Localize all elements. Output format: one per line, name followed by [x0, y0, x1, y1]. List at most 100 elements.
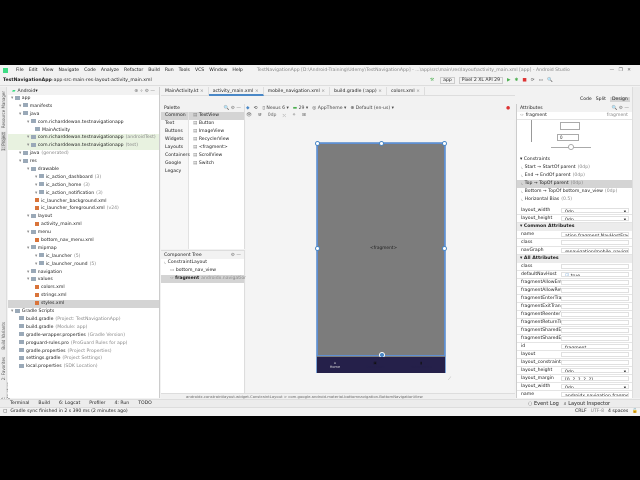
split-mode-button[interactable]: Split: [596, 97, 606, 102]
menu-run[interactable]: Run: [165, 68, 174, 73]
bottom-tool-tab[interactable]: TODO: [138, 401, 152, 406]
breadcrumb-item[interactable]: src: [64, 78, 71, 83]
project-tree-item[interactable]: ▾ res: [8, 158, 159, 166]
close-tab-icon[interactable]: ×: [377, 89, 382, 94]
constraint-handle-start[interactable]: [315, 246, 320, 251]
project-tree-item[interactable]: ▾ app: [8, 95, 159, 103]
palette-item[interactable]: ▤ Switch: [189, 160, 244, 168]
avd-manager-icon[interactable]: ▭: [539, 78, 543, 83]
menu-vcs[interactable]: VCS: [195, 68, 204, 73]
menu-navigate[interactable]: Navigate: [59, 68, 80, 73]
project-tree-item[interactable]: ic_launcher_background.xml: [8, 198, 159, 206]
menu-edit[interactable]: Edit: [29, 68, 38, 73]
project-tree-item[interactable]: ▾ com.richarddewan.testnavigationapp (tes…: [8, 142, 159, 151]
project-view-select[interactable]: Android: [18, 89, 36, 94]
breadcrumb-item[interactable]: app: [54, 78, 63, 83]
project-tree-item[interactable]: ic_launcher_foreground.xml (v24): [8, 205, 159, 213]
indent-setting[interactable]: 4 spaces: [608, 409, 628, 414]
guidelines-icon[interactable]: ⊞: [302, 113, 306, 118]
project-tree-item[interactable]: ▾ mipmap: [8, 245, 159, 253]
attribute-value-field[interactable]: androidx.navigation.fragment.Na: [561, 392, 629, 397]
project-tree-item[interactable]: build.gradle (Project: TestNavigationApp): [8, 316, 159, 324]
palette-category[interactable]: Containers: [161, 152, 190, 160]
breadcrumb-item[interactable]: main: [73, 78, 84, 83]
design-surface-icon[interactable]: ◆: [246, 106, 250, 111]
project-tree-item[interactable]: ▾ com.richarddewan.testnavigationapp (and…: [8, 134, 159, 143]
palette-search-icon[interactable]: 🔍 ⚙ —: [224, 106, 241, 111]
menu-file[interactable]: File: [16, 68, 24, 73]
project-tree-item[interactable]: ▾ drawable: [8, 166, 159, 174]
project-tree-item[interactable]: proguard-rules.pro (ProGuard Rules for ap…: [8, 340, 159, 348]
project-tree-item[interactable]: colors.xml: [8, 284, 159, 292]
orientation-icon[interactable]: ⟲: [254, 106, 258, 111]
infer-constraints-icon[interactable]: ✧: [292, 113, 296, 118]
palette-category[interactable]: Common: [161, 112, 188, 120]
menu-window[interactable]: Window: [209, 68, 227, 73]
palette-category[interactable]: Legacy: [161, 168, 188, 176]
project-tree-item[interactable]: ▾ Gradle Scripts: [8, 308, 159, 316]
attribute-value-field[interactable]: [0, ?, ?, ?, ?]: [561, 376, 629, 381]
constraint-item[interactable]: ⌞ Top → TopOf parent (0dp): [517, 180, 632, 188]
project-tree-item[interactable]: ▾ manifests: [8, 103, 159, 111]
device-preview[interactable]: <fragment> ⌂ Home ▣ Dashboard ▮ Notificatio…: [315, 141, 447, 373]
window-controls[interactable]: — ❐ ✕: [610, 68, 631, 73]
constraint-item[interactable]: ⌞ Start → StartOf parent (0dp): [517, 164, 632, 172]
project-tree-item[interactable]: ▾ navigation: [8, 269, 159, 277]
palette-item[interactable]: ▤ Button: [189, 120, 244, 128]
close-tab-icon[interactable]: ×: [415, 89, 420, 94]
project-tree-item[interactable]: gradle.properties (Project Properties): [8, 348, 159, 356]
project-tree-item[interactable]: MainActivity: [8, 127, 159, 135]
project-tree-item[interactable]: ▾ ic_action_notification (3): [8, 190, 159, 198]
palette-category[interactable]: Widgets: [161, 136, 188, 144]
code-mode-button[interactable]: Code: [580, 97, 592, 102]
project-tree-item[interactable]: gradle-wrapper.properties (Gradle Version…: [8, 332, 159, 340]
palette-category[interactable]: Layouts: [161, 144, 188, 152]
project-tree-item[interactable]: ▾ values: [8, 276, 159, 284]
design-canvas[interactable]: <fragment> ⌂ Home ▣ Dashboard ▮ Notificatio…: [246, 120, 514, 393]
attribute-value-field[interactable]: ☑ true: [561, 272, 629, 277]
hammer-icon[interactable]: ⚒: [430, 78, 434, 83]
editor-tab[interactable]: MainActivity.kt ×: [161, 86, 209, 96]
project-tree-item[interactable]: ▾ ic_launcher (5): [8, 253, 159, 261]
run-config-select[interactable]: app: [440, 77, 455, 84]
stop-icon[interactable]: ■: [522, 78, 526, 83]
margin-icon[interactable]: 0dp: [268, 113, 277, 118]
editor-tab[interactable]: colors.xml ×: [387, 86, 425, 96]
component-tree-settings-icon[interactable]: ⚙ —: [231, 253, 241, 258]
run-icon[interactable]: ▶: [507, 78, 511, 83]
project-tree-item[interactable]: ▾ menu: [8, 229, 159, 237]
project-tree-item[interactable]: styles.xml: [8, 300, 159, 309]
attribute-value-field[interactable]: [561, 352, 629, 357]
fragment-selection[interactable]: <fragment>: [315, 141, 447, 358]
project-tree-item[interactable]: local.properties (SDK Location): [8, 363, 159, 371]
bottom-tool-tab[interactable]: 4: Run: [114, 401, 129, 406]
project-tree-item[interactable]: ▾ layout: [8, 213, 159, 221]
menu-code[interactable]: Code: [84, 68, 96, 73]
project-tree-item[interactable]: ▾ ic_launcher_round (5): [8, 261, 159, 269]
project-tree-item[interactable]: ▾ ic_action_dashboard (3): [8, 174, 159, 182]
bottom-tool-tab[interactable]: Terminal: [10, 401, 29, 406]
project-tree-item[interactable]: ▾ java: [8, 111, 159, 119]
attribute-value-field[interactable]: [561, 312, 629, 317]
layout-inspector-tab[interactable]: ⌕ Layout Inspector: [564, 401, 610, 407]
project-tree-item[interactable]: strings.xml: [8, 292, 159, 300]
editor-tab[interactable]: mobile_navigation.xml ×: [264, 86, 331, 96]
view-options-icon[interactable]: 👁: [246, 113, 252, 118]
constraint-item[interactable]: ⌞ Bottom → TopOf bottom_nav_view (0dp): [517, 188, 632, 196]
attribute-value-field[interactable]: ation.fragment.NavHostFragment: [561, 232, 629, 237]
sync-icon[interactable]: ⟳: [531, 78, 535, 83]
menu-tools[interactable]: Tools: [179, 68, 190, 73]
breadcrumb-item[interactable]: activity_main.xml: [111, 78, 152, 83]
breadcrumb-item[interactable]: TestNavigationApp: [3, 78, 52, 83]
constraint-item[interactable]: ⌞ Horizontal Bias (0.5): [517, 196, 632, 204]
attribute-value-field[interactable]: [561, 360, 629, 365]
attribute-value-field[interactable]: 0dp ▾: [561, 384, 629, 389]
constraint-handle-top[interactable]: [379, 141, 384, 146]
nav-item-notifications[interactable]: ▮ Notifications: [410, 361, 432, 369]
nav-item-dashboard[interactable]: ▣ Dashboard: [366, 361, 385, 369]
project-tree-item[interactable]: ▾ java (generated): [8, 150, 159, 158]
resource-manager-tab[interactable]: Resource Manager: [1, 91, 6, 128]
menu-help[interactable]: Help: [232, 68, 242, 73]
project-tree-item[interactable]: build.gradle (Module: app): [8, 324, 159, 332]
palette-category[interactable]: Text: [161, 120, 188, 128]
